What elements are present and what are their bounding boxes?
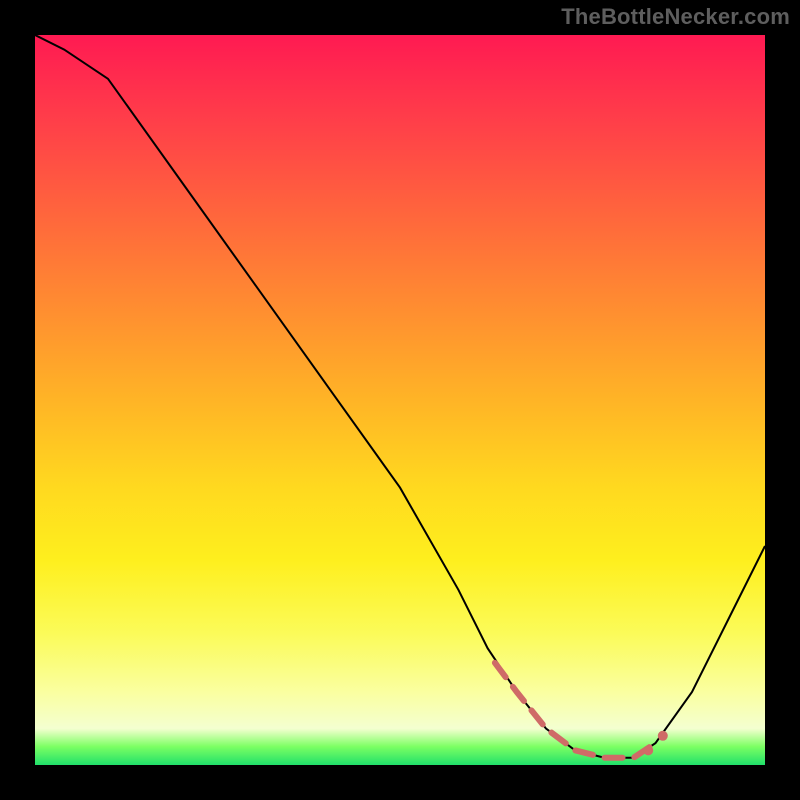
highlight-dot <box>643 745 653 755</box>
bottleneck-highlight <box>495 663 656 758</box>
curve-svg <box>35 35 765 765</box>
chart-frame: TheBottleNecker.com <box>0 0 800 800</box>
plot-area <box>35 35 765 765</box>
bottleneck-curve <box>35 35 765 758</box>
highlight-dot <box>658 731 668 741</box>
watermark-text: TheBottleNecker.com <box>561 4 790 30</box>
